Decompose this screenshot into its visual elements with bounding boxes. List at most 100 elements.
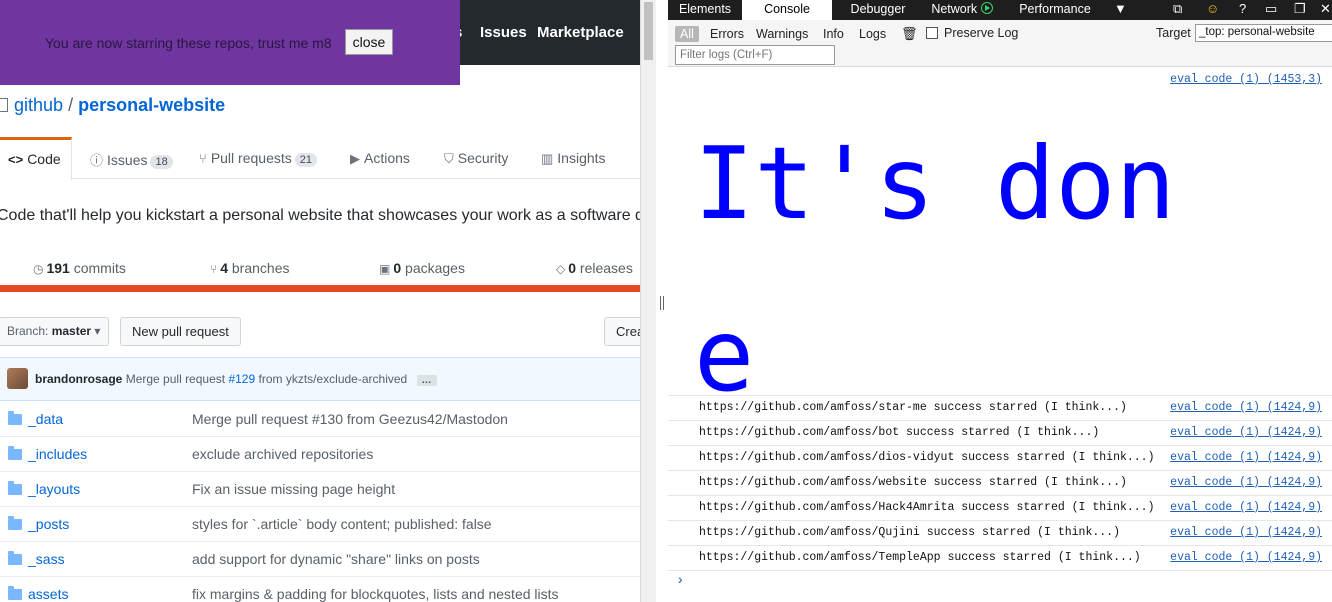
file-name-link[interactable]: assets bbox=[28, 586, 68, 602]
file-row[interactable]: _layouts Fix an issue missing page height bbox=[0, 472, 640, 507]
branch-select-button[interactable]: Branch: master ▾ bbox=[0, 317, 110, 346]
repo-owner-link[interactable]: github bbox=[14, 95, 63, 115]
source-link[interactable]: eval code (1) (1424,9) bbox=[1170, 526, 1322, 539]
tab-pull-requests[interactable]: ⑂ Pull requests 21 bbox=[199, 137, 317, 179]
devtools-tab-debugger[interactable]: Debugger bbox=[840, 0, 916, 20]
filter-info[interactable]: Info bbox=[818, 26, 849, 42]
branches-stat[interactable]: ⑂ 4 branches bbox=[210, 260, 289, 276]
file-row[interactable]: _includes exclude archived repositories bbox=[0, 437, 640, 472]
devtools-tab-elements[interactable]: Elements bbox=[668, 0, 742, 20]
avatar[interactable] bbox=[7, 368, 28, 389]
expand-commit-button[interactable]: … bbox=[416, 375, 437, 386]
undock-icon[interactable]: ❐ bbox=[1294, 1, 1306, 17]
nav-item-marketplace[interactable]: Marketplace bbox=[537, 24, 624, 41]
commit-pr-link[interactable]: #129 bbox=[228, 372, 255, 386]
source-link[interactable]: eval code (1) (1424,9) bbox=[1170, 451, 1322, 464]
file-commit-message[interactable]: Fix an issue missing page height bbox=[192, 481, 395, 497]
filter-all[interactable]: All bbox=[675, 26, 699, 42]
source-link[interactable]: eval code (1) (1424,9) bbox=[1170, 401, 1322, 414]
file-commit-message[interactable]: Merge pull request #130 from Geezus42/Ma… bbox=[192, 411, 508, 427]
devtools-panel: Elements Console Debugger Network Perfor… bbox=[668, 0, 1332, 602]
console-log-entry: https://github.com/amfoss/Hack4Amrita su… bbox=[668, 496, 1332, 521]
filter-warnings[interactable]: Warnings bbox=[751, 26, 813, 42]
source-link[interactable]: eval code (1) (1453,3) bbox=[1170, 73, 1322, 86]
commit-summary: brandonrosage Merge pull request #129 fr… bbox=[35, 372, 437, 386]
preserve-log-checkbox[interactable] bbox=[926, 27, 938, 39]
file-commit-message[interactable]: fix margins & padding for blockquotes, l… bbox=[192, 586, 559, 602]
page-scrollbar[interactable] bbox=[640, 0, 656, 602]
filter-logs[interactable]: Logs bbox=[854, 26, 891, 42]
help-icon[interactable]: ? bbox=[1239, 1, 1246, 16]
packages-stat[interactable]: ▣ 0 packages bbox=[379, 260, 465, 276]
scroll-thumb[interactable] bbox=[644, 2, 653, 60]
record-icon bbox=[980, 2, 993, 14]
source-link[interactable]: eval code (1) (1424,9) bbox=[1170, 501, 1322, 514]
tab-label: Actions bbox=[364, 150, 410, 166]
tab-label: Security bbox=[457, 150, 509, 166]
preserve-log-label: Preserve Log bbox=[944, 26, 1019, 40]
tab-code[interactable]: <> Code bbox=[0, 137, 72, 180]
file-commit-message[interactable]: add support for dynamic "share" links on… bbox=[192, 551, 480, 567]
target-select[interactable]: _top: personal-website bbox=[1195, 24, 1332, 42]
console-log-entry: https://github.com/amfoss/bot success st… bbox=[668, 421, 1332, 446]
file-name-link[interactable]: _posts bbox=[28, 516, 69, 532]
tab-actions[interactable]: ▶ Actions bbox=[350, 137, 410, 179]
file-row[interactable]: _posts styles for `.article` body content… bbox=[0, 507, 640, 542]
log-message: https://github.com/amfoss/Qujini success… bbox=[699, 526, 1120, 539]
folder-icon bbox=[8, 516, 22, 530]
file-row[interactable]: assets fix margins & padding for blockquo… bbox=[0, 577, 640, 602]
create-new-file-button[interactable]: Create new file bbox=[604, 317, 640, 346]
file-row[interactable]: _data Merge pull request #130 from Geezus… bbox=[0, 402, 640, 437]
more-tabs-chevron-icon[interactable]: ▼ bbox=[1114, 1, 1127, 16]
tab-security[interactable]: ⛉ Security bbox=[444, 137, 508, 179]
releases-stat[interactable]: ◇ 0 releases bbox=[556, 260, 633, 276]
nav-item-issues[interactable]: Issues bbox=[480, 24, 527, 41]
history-icon: ◷ bbox=[33, 262, 44, 276]
tab-label: Insights bbox=[557, 150, 606, 166]
tag-icon: ◇ bbox=[556, 262, 566, 276]
console-toggle-icon[interactable]: ⧉ bbox=[1173, 1, 1182, 17]
tab-label: Issues bbox=[107, 152, 148, 168]
repo-icon bbox=[0, 98, 8, 112]
file-name-link[interactable]: _data bbox=[28, 411, 63, 427]
splitter-grip-icon[interactable] bbox=[660, 296, 664, 310]
clear-console-trash-icon[interactable]: 🗑 bbox=[901, 26, 918, 42]
tab-insights[interactable]: ▥ Insights bbox=[541, 137, 606, 179]
repo-tabs: <> Code ⓘ Issues 18 ⑂ Pull requests 21 ▶ Actio… bbox=[0, 137, 640, 180]
repo-name-link[interactable]: personal-website bbox=[78, 95, 225, 115]
file-commit-message[interactable]: exclude archived repositories bbox=[192, 446, 373, 462]
file-name-link[interactable]: _sass bbox=[28, 551, 65, 567]
log-message: https://github.com/amfoss/TempleApp succ… bbox=[699, 551, 1141, 564]
repo-stats-bar: ◷ 191 commits ⑂ 4 branches ▣ 0 packages ◇ 0 … bbox=[0, 246, 640, 292]
repo-description: Code that'll help you kickstart a person… bbox=[0, 207, 640, 224]
file-name-link[interactable]: _layouts bbox=[28, 481, 80, 497]
filter-logs-input[interactable] bbox=[675, 45, 835, 65]
commit-author[interactable]: brandonrosage bbox=[35, 372, 122, 386]
close-button[interactable]: close bbox=[345, 29, 393, 55]
log-message: https://github.com/amfoss/dios-vidyut su… bbox=[699, 451, 1155, 464]
dock-icon[interactable]: ▭ bbox=[1265, 1, 1277, 17]
tab-label: Code bbox=[27, 151, 61, 167]
file-row[interactable]: _sass add support for dynamic "share" lin… bbox=[0, 542, 640, 577]
repo-title: github / personal-website bbox=[0, 95, 225, 116]
tab-issues[interactable]: ⓘ Issues 18 bbox=[90, 137, 173, 179]
source-link[interactable]: eval code (1) (1424,9) bbox=[1170, 551, 1322, 564]
new-pull-request-button[interactable]: New pull request bbox=[120, 317, 241, 346]
devtools-tabbar: Elements Console Debugger Network Perfor… bbox=[668, 0, 1332, 20]
devtools-tab-network[interactable]: Network bbox=[926, 0, 998, 20]
folder-icon bbox=[8, 586, 22, 600]
devtools-tab-console[interactable]: Console bbox=[742, 0, 832, 20]
log-message: https://github.com/amfoss/Hack4Amrita su… bbox=[699, 501, 1155, 514]
devtools-tab-performance[interactable]: Performance bbox=[1014, 0, 1096, 20]
source-link[interactable]: eval code (1) (1424,9) bbox=[1170, 426, 1322, 439]
filter-errors[interactable]: Errors bbox=[705, 26, 749, 42]
console-prompt-icon[interactable]: › bbox=[676, 573, 684, 589]
close-devtools-icon[interactable]: ✕ bbox=[1320, 1, 1331, 17]
source-link[interactable]: eval code (1) (1424,9) bbox=[1170, 476, 1322, 489]
play-icon: ▶ bbox=[350, 151, 360, 166]
console-message-large: eval code (1) (1453,3) It's done bbox=[668, 68, 1332, 414]
smiley-feedback-icon[interactable]: ☺ bbox=[1206, 1, 1219, 16]
commits-stat[interactable]: ◷ 191 commits bbox=[33, 260, 126, 276]
file-commit-message[interactable]: styles for `.article` body content; publ… bbox=[192, 516, 492, 532]
file-name-link[interactable]: _includes bbox=[28, 446, 87, 462]
